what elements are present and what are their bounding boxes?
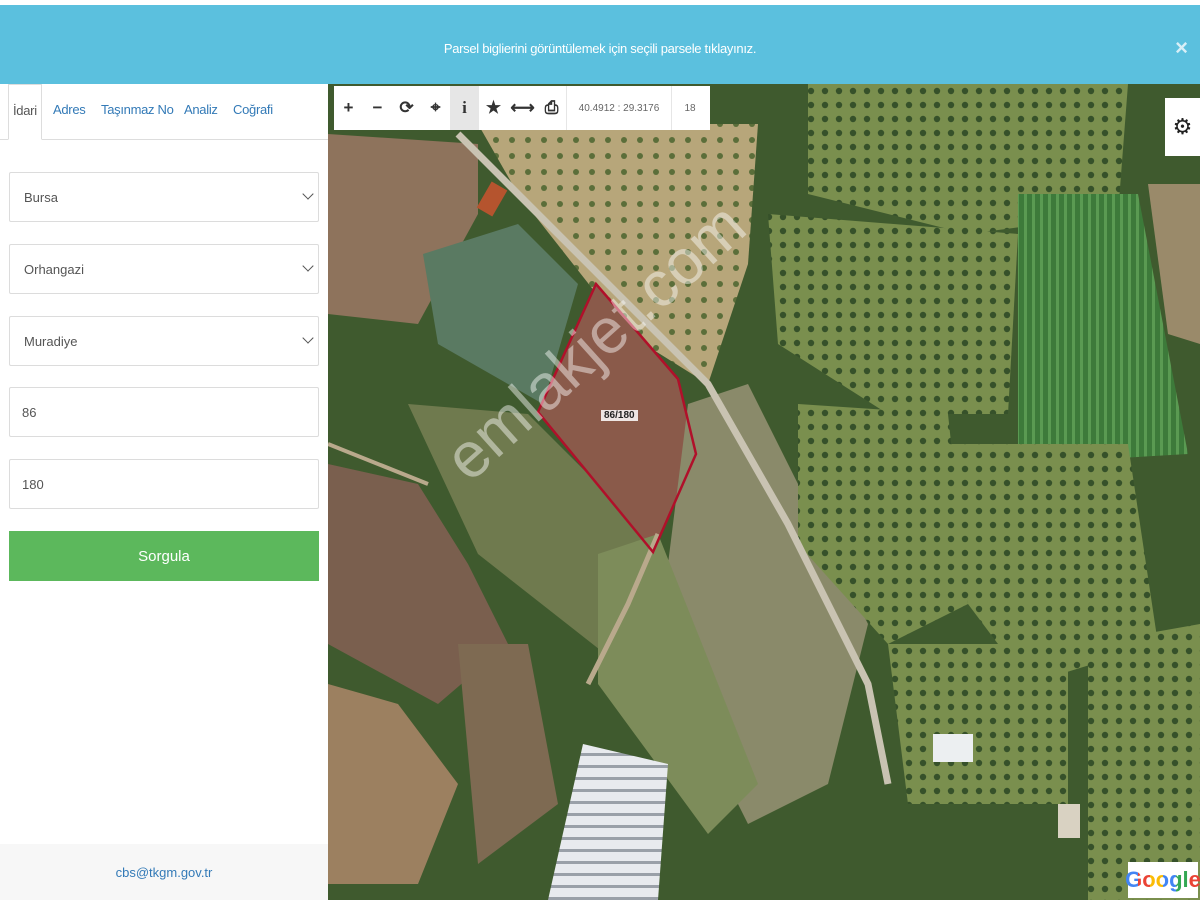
footer: cbs@tkgm.gov.tr xyxy=(0,844,328,900)
satellite-map[interactable] xyxy=(328,84,1200,900)
top-banner: Parsel biglierini görüntülemek için seçi… xyxy=(0,0,1200,84)
map-toolbar: + − ⟳ ⌖ i ★ ⟷ ⎙ 40.4912 : 29.3176 18 xyxy=(334,86,710,130)
neighborhood-select[interactable]: Muradiye xyxy=(9,316,319,366)
contact-email-link[interactable]: cbs@tkgm.gov.tr xyxy=(116,865,213,880)
tab-bar: İdari Adres Taşınmaz No Analiz Coğrafi xyxy=(0,84,328,140)
zoom-in-icon[interactable]: + xyxy=(334,86,363,130)
parcel-value: 180 xyxy=(22,476,44,492)
info-icon[interactable]: i xyxy=(450,86,479,130)
tab-tasinmaz-no[interactable]: Taşınmaz No xyxy=(101,102,174,117)
tab-idari[interactable]: İdari xyxy=(8,84,42,140)
measure-icon[interactable]: ⟷ xyxy=(508,86,537,130)
map-imagery xyxy=(328,84,1200,900)
parcel-input[interactable]: 180 xyxy=(9,459,319,509)
parcel-label[interactable]: 86/180 xyxy=(601,410,638,421)
chevron-down-icon xyxy=(302,332,314,344)
gear-icon[interactable]: ⚙ xyxy=(1165,98,1200,156)
district-select[interactable]: Orhangazi xyxy=(9,244,319,294)
google-attribution: Google xyxy=(1125,867,1200,892)
coordinates-readout: 40.4912 : 29.3176 xyxy=(566,86,672,130)
zoom-out-icon[interactable]: − xyxy=(363,86,392,130)
block-value: 86 xyxy=(22,404,37,420)
province-value: Bursa xyxy=(24,189,58,205)
star-icon[interactable]: ★ xyxy=(479,86,508,130)
zoom-level: 18 xyxy=(684,102,696,114)
banner-message: Parsel biglierini görüntülemek için seçi… xyxy=(443,41,757,56)
chevron-down-icon xyxy=(302,260,314,272)
refresh-icon[interactable]: ⟳ xyxy=(392,86,421,130)
province-select[interactable]: Bursa xyxy=(9,172,319,222)
district-value: Orhangazi xyxy=(24,261,84,277)
google-logo: Google xyxy=(1125,862,1200,898)
tab-adres[interactable]: Adres xyxy=(53,102,86,117)
close-icon[interactable]: × xyxy=(1175,35,1188,61)
neighborhood-value: Muradiye xyxy=(24,333,78,349)
print-icon[interactable]: ⎙ xyxy=(537,86,566,130)
locate-icon[interactable]: ⌖ xyxy=(421,86,450,130)
chevron-down-icon xyxy=(302,188,314,200)
tab-analiz[interactable]: Analiz xyxy=(184,102,218,117)
search-panel: İdari Adres Taşınmaz No Analiz Coğrafi B… xyxy=(0,84,328,900)
tab-cografi[interactable]: Coğrafi xyxy=(233,102,273,117)
block-input[interactable]: 86 xyxy=(9,387,319,437)
query-button[interactable]: Sorgula xyxy=(9,531,319,581)
